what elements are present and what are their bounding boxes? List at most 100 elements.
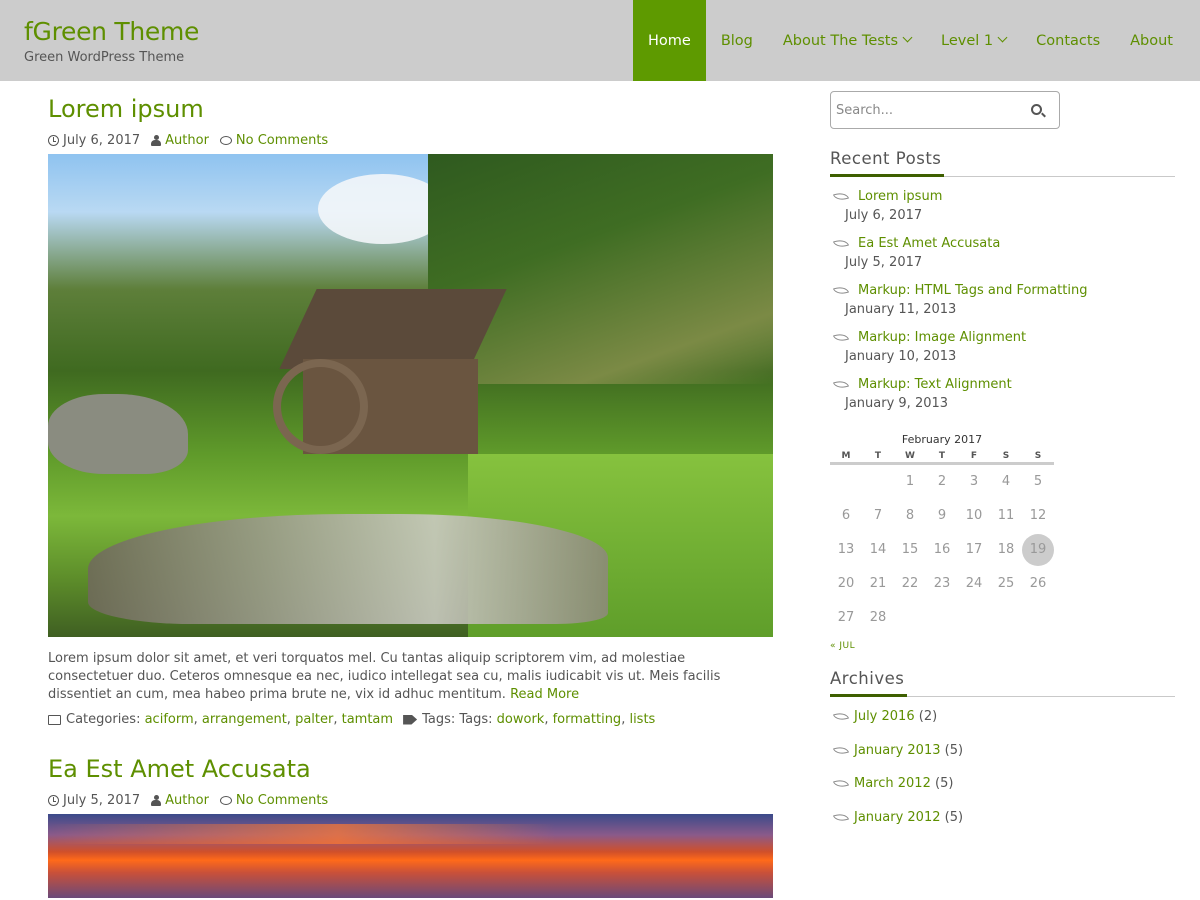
post-article: Lorem ipsum July 6, 2017 Author No Comme…	[48, 95, 773, 727]
category-link[interactable]: aciform	[145, 712, 194, 727]
nav-item-level-1[interactable]: Level 1	[926, 0, 1021, 81]
nav-item-label: About	[1130, 32, 1173, 49]
post-meta: July 5, 2017 Author No Comments	[48, 792, 773, 808]
post-author-link[interactable]: Author	[165, 793, 209, 808]
list-item: January 2012 (5)	[830, 810, 1175, 844]
recent-post-link[interactable]: Markup: Image Alignment	[858, 330, 1026, 345]
tag-link[interactable]: lists	[629, 712, 655, 727]
calendar-empty-cell	[990, 601, 1022, 635]
calendar-day: 16	[933, 542, 951, 557]
post-author-link[interactable]: Author	[165, 133, 209, 148]
calendar-day: 7	[873, 508, 883, 523]
nav-item-label: Contacts	[1036, 32, 1101, 49]
tags-label: Tags: Tags:	[422, 712, 493, 727]
post-meta: July 6, 2017 Author No Comments	[48, 132, 773, 148]
weekday-label: T	[938, 451, 946, 461]
category-link[interactable]: tamtam	[342, 712, 393, 727]
calendar-day: 27	[837, 610, 855, 625]
tag-link[interactable]: formatting	[553, 712, 622, 727]
image-roof	[279, 289, 507, 369]
leaf-icon	[832, 236, 850, 251]
list-item: Markup: Image Alignment January 10, 2013	[830, 330, 1175, 364]
calendar-day: 14	[869, 542, 887, 557]
calendar-day: 21	[869, 576, 887, 591]
calendar-week-row: 20 21 22 23 24 25 26	[830, 567, 1054, 601]
image-mill-hut	[273, 289, 507, 454]
comment-icon	[219, 135, 232, 145]
leaf-icon	[832, 283, 850, 298]
archive-count: (5)	[944, 809, 964, 825]
post-comments-link[interactable]: No Comments	[236, 133, 328, 148]
recent-post-link[interactable]: Markup: Text Alignment	[858, 377, 1012, 392]
category-link[interactable]: palter	[295, 712, 333, 727]
calendar-day: 11	[997, 508, 1015, 523]
post-title[interactable]: Lorem ipsum	[48, 95, 773, 123]
main-navigation: Home Blog About The Tests Level 1 Contac…	[632, 0, 1188, 81]
archive-link[interactable]: July 2016	[854, 709, 915, 724]
site-title[interactable]: fGreen Theme	[24, 17, 199, 46]
calendar-day: 18	[997, 542, 1015, 557]
list-item: March 2012 (5)	[830, 776, 1175, 810]
recent-post-link[interactable]: Markup: HTML Tags and Formatting	[858, 283, 1087, 298]
read-more-link[interactable]: Read More	[510, 687, 579, 702]
post-excerpt: Lorem ipsum dolor sit amet, et veri torq…	[48, 650, 773, 704]
archive-link[interactable]: January 2012	[854, 810, 941, 825]
comment-icon	[219, 795, 232, 805]
list-item: July 2016 (2)	[830, 709, 1175, 743]
post-featured-image[interactable]	[48, 154, 773, 637]
calendar-caption: February 2017	[901, 433, 983, 446]
post-featured-image[interactable]	[48, 814, 773, 898]
recent-post-link[interactable]: Ea Est Amet Accusata	[858, 236, 1000, 251]
leaf-icon	[832, 189, 850, 204]
calendar-grid: 1 2 3 4 5 6 7 8 9 10 11 12 13 14 15 16 17 18 19 20 21 22 23 24 2…	[830, 465, 1054, 635]
post-title[interactable]: Ea Est Amet Accusata	[48, 755, 773, 783]
calendar-empty-cell	[862, 465, 894, 499]
nav-item-label: Blog	[720, 32, 753, 49]
post-comments-link[interactable]: No Comments	[236, 793, 328, 808]
recent-posts-list: Lorem ipsum July 6, 2017 Ea Est Amet Accu…	[830, 189, 1175, 411]
calendar-day: 13	[837, 542, 855, 557]
search-input[interactable]	[831, 92, 1011, 128]
recent-post-date: July 5, 2017	[845, 255, 923, 270]
tags-icon	[403, 714, 418, 725]
archive-count: (5)	[935, 776, 954, 791]
calendar-day: 25	[997, 576, 1015, 591]
archive-link[interactable]: January 2013	[854, 743, 941, 758]
calendar-day: 20	[837, 576, 855, 591]
image-water-wheel	[273, 359, 368, 454]
clock-icon	[48, 794, 59, 806]
nav-item-label: About The Tests	[782, 32, 899, 49]
leaf-icon	[832, 377, 850, 392]
search-form	[830, 91, 1060, 129]
user-icon	[151, 134, 162, 146]
calendar-empty-cell	[958, 601, 990, 635]
nav-item-about[interactable]: About	[1115, 0, 1188, 81]
calendar-empty-cell	[894, 601, 926, 635]
calendar-week-row: 13 14 15 16 17 18 19	[830, 533, 1054, 567]
leaf-icon	[832, 330, 850, 345]
nav-item-label: Level 1	[941, 32, 994, 49]
calendar-week-row: 27 28	[830, 601, 1054, 635]
weekday-label: T	[874, 451, 882, 461]
weekday-label: S	[1002, 451, 1010, 461]
recent-post-link[interactable]: Lorem ipsum	[858, 189, 942, 204]
leaf-icon	[832, 776, 850, 791]
category-link[interactable]: arrangement	[202, 712, 287, 727]
nav-item-blog[interactable]: Blog	[706, 0, 768, 81]
calendar-day: 26	[1029, 576, 1047, 591]
image-stream	[88, 514, 608, 624]
calendar-day: 24	[965, 576, 983, 591]
calendar-day: 28	[869, 610, 887, 625]
nav-item-about-the-tests[interactable]: About The Tests	[768, 0, 926, 81]
list-item: Ea Est Amet Accusata July 5, 2017	[830, 236, 1175, 270]
tag-link[interactable]: dowork	[497, 712, 545, 727]
archive-count: (5)	[944, 742, 964, 758]
chevron-down-icon	[997, 32, 1008, 43]
nav-item-contacts[interactable]: Contacts	[1021, 0, 1115, 81]
recent-post-date: January 9, 2013	[845, 396, 949, 411]
calendar-prev-link[interactable]: « JUL	[830, 641, 1054, 651]
search-icon[interactable]	[1031, 104, 1042, 115]
nav-item-home[interactable]: Home	[632, 0, 706, 81]
chevron-down-icon	[902, 32, 913, 43]
archive-link[interactable]: March 2012	[854, 776, 931, 791]
